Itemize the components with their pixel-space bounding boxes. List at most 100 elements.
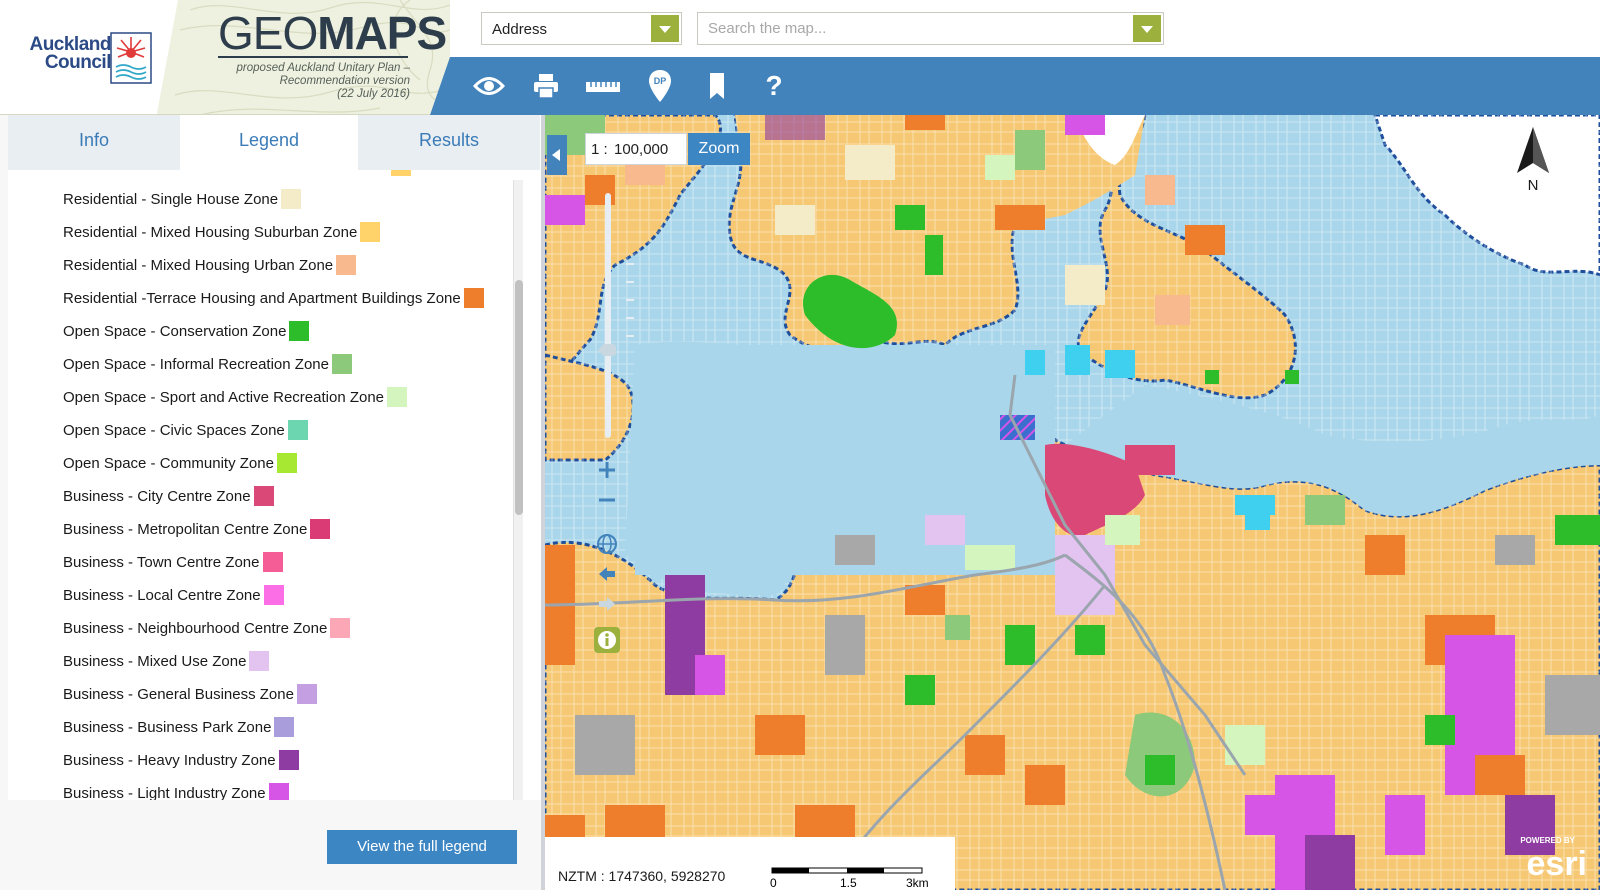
legend-item: Business - Local Centre Zone (63, 584, 284, 606)
panel-tabs: Info Legend Results (8, 115, 541, 170)
scale-input[interactable]: 1 : 100,000 (585, 133, 687, 165)
help-icon: ? (765, 70, 783, 101)
esri-logo[interactable]: POWERED BY esri (1483, 827, 1593, 887)
print-button[interactable] (528, 69, 564, 103)
geomaps-light: GEO (218, 7, 318, 59)
legend-item: Residential - Mixed Housing Urban Zone (63, 254, 357, 276)
legend-swatch (249, 651, 270, 671)
legend-swatch (330, 618, 351, 638)
zoom-button[interactable]: Zoom (688, 133, 750, 165)
legend-item-label: Business - Town Centre Zone (63, 553, 260, 571)
legend-item: Business - Neighbourhood Centre Zone (63, 617, 351, 639)
layers-visibility-button[interactable] (471, 69, 507, 103)
tab-info[interactable]: Info (8, 115, 181, 170)
zoom-in-button[interactable] (592, 455, 622, 485)
zoom-slider-track[interactable] (605, 193, 611, 438)
legend-item-label: Residential - Mixed Housing Urban Zone (63, 256, 334, 274)
plan-line3: (22 July 2016) (337, 88, 410, 100)
north-arrow-icon: N (1517, 127, 1549, 194)
legend-item-label: Business - Light Industry Zone (63, 784, 266, 801)
legend-item-label: Residential - Mixed Housing Suburban Zon… (63, 223, 358, 241)
scalebar-label-0: 0 (770, 876, 777, 890)
zoom-tick (626, 299, 634, 301)
pohutukawa-logo-icon (110, 32, 152, 84)
scalebar-label-2: 3km (906, 876, 929, 890)
legend-item: Residential - Mixed Housing Suburban Zon… (63, 221, 381, 243)
legend-swatch (287, 420, 308, 440)
scale-bar: 0 1.5 3km (770, 867, 929, 890)
view-full-legend-button[interactable]: View the full legend (327, 830, 517, 864)
next-extent-button[interactable] (592, 589, 622, 619)
ruler-icon (586, 82, 620, 92)
legend-swatch (263, 585, 284, 605)
legend-scrollbar[interactable] (513, 180, 523, 800)
bookmark-button[interactable] (699, 69, 735, 103)
legend-scrollbar-thumb[interactable] (515, 280, 523, 515)
legend-swatch (331, 354, 352, 374)
council-line2: Council (44, 52, 112, 73)
legend-item-label: Open Space - Sport and Active Recreation… (63, 388, 385, 406)
title-divider (218, 56, 408, 58)
legend-swatch (296, 684, 317, 704)
zoom-out-button[interactable] (592, 485, 622, 515)
legend-item: Business - Town Centre Zone (63, 551, 283, 573)
legend-footer: View the full legend (8, 800, 541, 890)
eye-icon (473, 77, 505, 95)
legend-item: Open Space - Informal Recreation Zone (63, 353, 352, 375)
zoom-tick (626, 317, 634, 319)
plan-subtitle: proposed Auckland Unitary Plan – Recomme… (200, 62, 410, 101)
address-dropdown-value: Address (492, 21, 548, 38)
esri-wordmark: esri (1527, 845, 1588, 883)
search-field[interactable] (697, 12, 1164, 45)
legend-item: Open Space - Sport and Active Recreation… (63, 386, 408, 408)
legend-swatch (310, 519, 331, 539)
zoning-map[interactable] (545, 115, 1600, 890)
info-icon (594, 627, 620, 653)
full-extent-button[interactable] (592, 529, 622, 559)
council-wordmark: Auckland Council (16, 35, 112, 73)
zoom-tick (626, 281, 634, 283)
side-panel: Info Legend Results Residential - Single… (0, 115, 545, 890)
legend-item: Business - City Centre Zone (63, 485, 274, 507)
previous-extent-button[interactable] (592, 559, 622, 589)
legend-item-label: Business - Business Park Zone (63, 718, 272, 736)
legend-swatch (274, 717, 295, 737)
legend-item-label: Business - General Business Zone (63, 685, 294, 703)
legend-swatch (276, 453, 297, 473)
legend-item: Residential -Terrace Housing and Apartme… (63, 287, 484, 309)
help-button[interactable]: ? (756, 69, 792, 103)
scale-value[interactable]: 100,000 (614, 141, 668, 158)
scalebar-label-1: 1.5 (840, 876, 857, 890)
legend-pane[interactable]: Residential - Single House Zone Residenti… (8, 170, 541, 800)
collapse-panel-button[interactable] (547, 135, 567, 175)
legend-swatch (336, 255, 357, 275)
legend-item: Business - Mixed Use Zone (63, 650, 270, 672)
plus-icon (599, 462, 615, 478)
esri-powered-by: POWERED BY (1520, 836, 1575, 845)
legend-item: Open Space - Conservation Zone (63, 320, 310, 342)
geomaps-bold: MAPS (317, 7, 447, 59)
legend-swatch (262, 552, 283, 572)
tab-results[interactable]: Results (358, 115, 541, 170)
globe-icon (597, 534, 617, 554)
chevron-down-icon[interactable] (651, 15, 679, 42)
council-logo-card[interactable]: Auckland Council (0, 0, 178, 114)
search-input[interactable] (698, 13, 1128, 44)
legend-item-label: Open Space - Informal Recreation Zone (63, 355, 329, 373)
legend-swatch (278, 750, 299, 770)
geomaps-app: Auckland Council GEOMAPS proposed Auckla… (0, 0, 1600, 890)
address-dropdown[interactable]: Address (481, 12, 682, 45)
legend-item-label: Open Space - Conservation Zone (63, 322, 287, 340)
zoom-tick (626, 263, 634, 265)
legend-prev-swatch (391, 170, 411, 176)
legend-item: Business - Light Industry Zone (63, 782, 289, 800)
chevron-down-icon[interactable] (1133, 15, 1161, 42)
map-view[interactable]: 1 : 100,000 Zoom N NZTM: 1747360, 59282… (545, 115, 1600, 890)
legend-swatch (268, 783, 289, 800)
development-plan-button[interactable]: DP (642, 69, 678, 103)
tab-legend[interactable]: Legend (181, 115, 358, 170)
identify-button[interactable] (592, 625, 622, 655)
print-icon (534, 74, 558, 99)
measure-button[interactable] (585, 69, 621, 103)
legend-item-label: Residential -Terrace Housing and Apartme… (63, 289, 461, 307)
